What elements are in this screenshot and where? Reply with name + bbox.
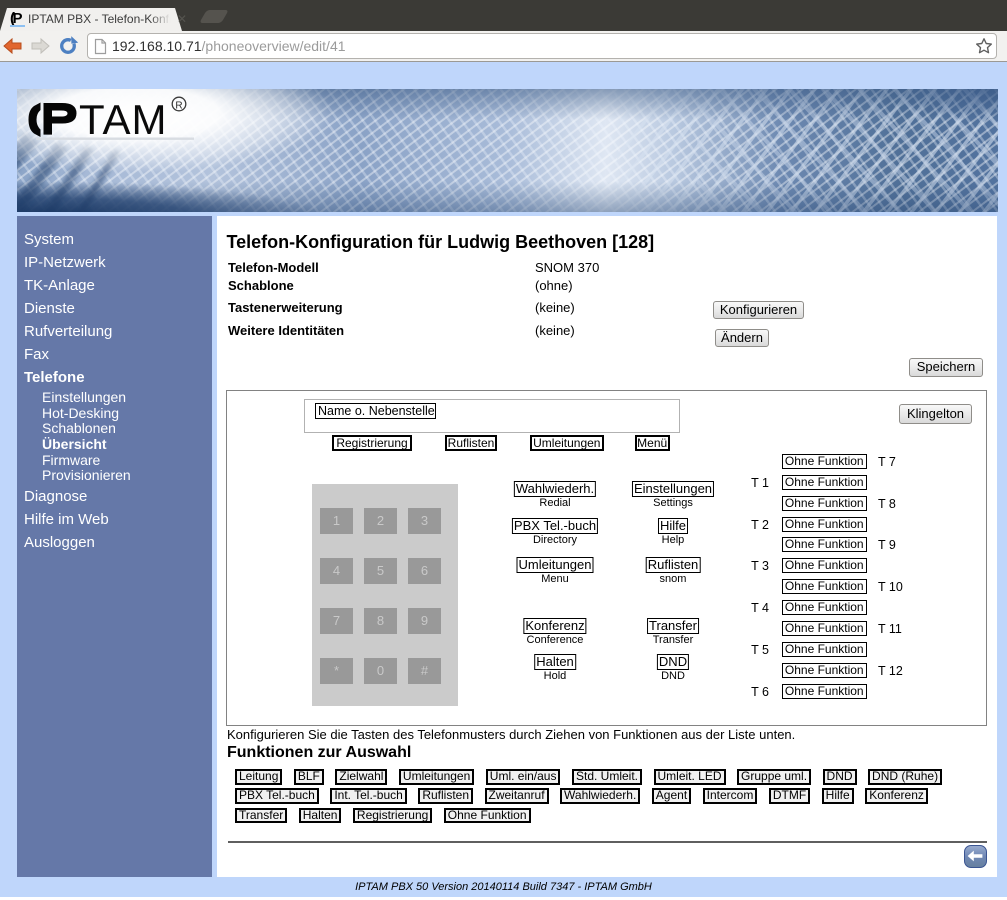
svg-text:R: R [175, 100, 182, 111]
svg-text:TAM: TAM [79, 96, 168, 143]
